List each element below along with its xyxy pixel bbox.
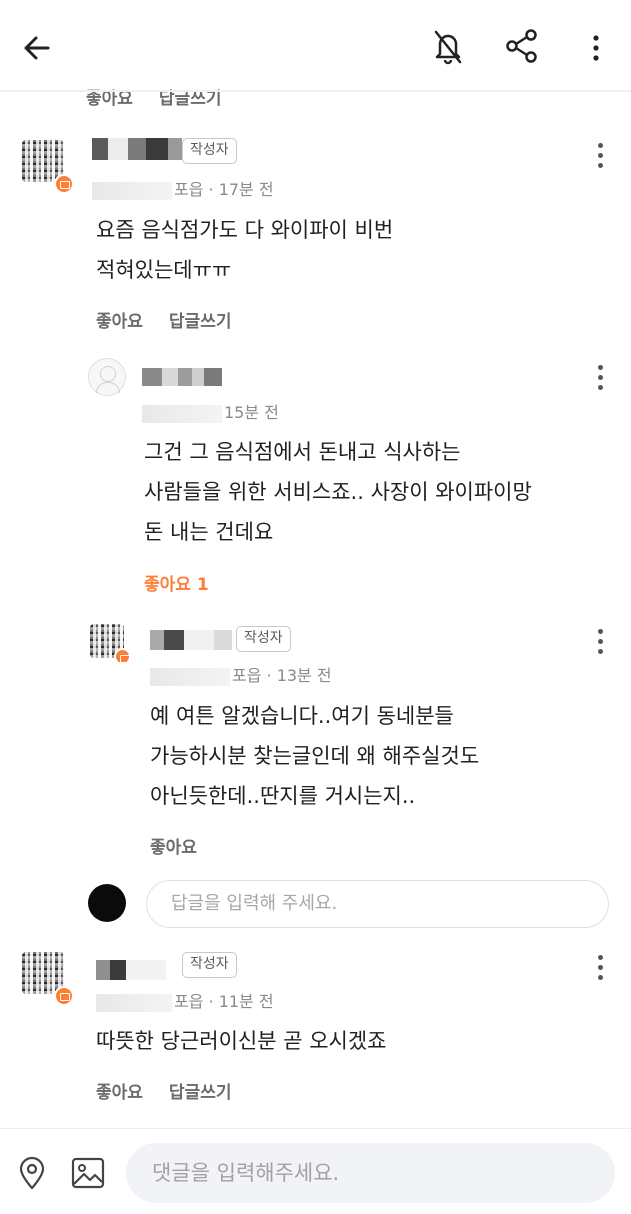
comment-meta: 15분 전 xyxy=(142,399,279,423)
reply-button[interactable]: 답글쓰기 xyxy=(169,312,232,332)
comment-more-icon[interactable] xyxy=(596,629,604,657)
like-button[interactable]: 좋아요 1 xyxy=(144,575,209,595)
comment-body: 따뜻한 당근러이신분 곧 오시겠죠 xyxy=(96,1029,387,1053)
comment-more-icon[interactable] xyxy=(596,955,604,983)
comment-meta: 포읍 · 13분 전 xyxy=(150,662,332,686)
home-badge-icon xyxy=(114,648,131,665)
comment-actions: 좋아요 답글쓰기 xyxy=(96,1078,257,1103)
username-blurred[interactable] xyxy=(142,368,222,386)
username-blurred[interactable] xyxy=(92,138,182,160)
comment-actions: 좋아요 xyxy=(150,833,223,858)
username-blurred[interactable] xyxy=(96,960,166,980)
author-tag: 작성자 xyxy=(182,138,237,164)
arrow-left-icon[interactable] xyxy=(18,28,58,68)
reply-button[interactable]: 답글쓰기 xyxy=(159,89,222,109)
reply-button[interactable]: 답글쓰기 xyxy=(169,1083,232,1103)
share-icon[interactable] xyxy=(502,26,542,66)
comment-body: 요즘 음식점가도 다 와이파이 비번 적혀있는데ㅠㅠ xyxy=(96,218,394,282)
previous-comment-actions: 좋아요 답글쓰기 xyxy=(86,84,247,109)
like-button[interactable]: 좋아요 xyxy=(96,1083,143,1103)
author-tag: 작성자 xyxy=(236,626,291,652)
comment-body: 예 여튼 알겠습니다..여기 동네분들 가능하시분 찾는글인데 왜 해주실것도 … xyxy=(150,704,480,808)
image-icon[interactable] xyxy=(70,1155,106,1191)
home-badge-icon xyxy=(54,174,74,194)
like-button[interactable]: 좋아요 xyxy=(96,312,143,332)
location-blurred xyxy=(142,404,222,423)
avatar[interactable] xyxy=(88,358,126,396)
comment-body: 그건 그 음식점에서 돈내고 식사하는 사람들을 위한 서비스죠.. 사장이 와… xyxy=(144,440,532,544)
bottom-comment-bar: 댓글을 입력해주세요. xyxy=(0,1128,631,1214)
bell-off-icon[interactable] xyxy=(428,26,468,66)
username-blurred[interactable] xyxy=(150,630,232,650)
my-avatar xyxy=(88,884,126,922)
like-button[interactable]: 좋아요 xyxy=(86,89,133,109)
more-vertical-icon[interactable] xyxy=(584,28,608,68)
location-blurred xyxy=(92,181,172,200)
top-app-bar xyxy=(0,0,631,90)
home-badge-icon xyxy=(54,986,74,1006)
comment-more-icon[interactable] xyxy=(596,365,604,393)
comment-more-icon[interactable] xyxy=(596,143,604,171)
location-pin-icon[interactable] xyxy=(16,1155,48,1191)
divider xyxy=(0,90,631,92)
comment-meta: 포읍 · 11분 전 xyxy=(96,988,274,1012)
like-button[interactable]: 좋아요 xyxy=(150,838,197,858)
location-blurred xyxy=(96,993,172,1012)
comment-meta: 포읍 · 17분 전 xyxy=(92,176,274,200)
author-tag: 작성자 xyxy=(182,952,237,978)
comment-actions: 좋아요 1 xyxy=(144,570,235,595)
comment-input[interactable]: 댓글을 입력해주세요. xyxy=(126,1143,615,1203)
reply-input[interactable]: 답글을 입력해 주세요. xyxy=(146,880,609,928)
location-blurred xyxy=(150,667,230,686)
comment-actions: 좋아요 답글쓰기 xyxy=(96,307,257,332)
